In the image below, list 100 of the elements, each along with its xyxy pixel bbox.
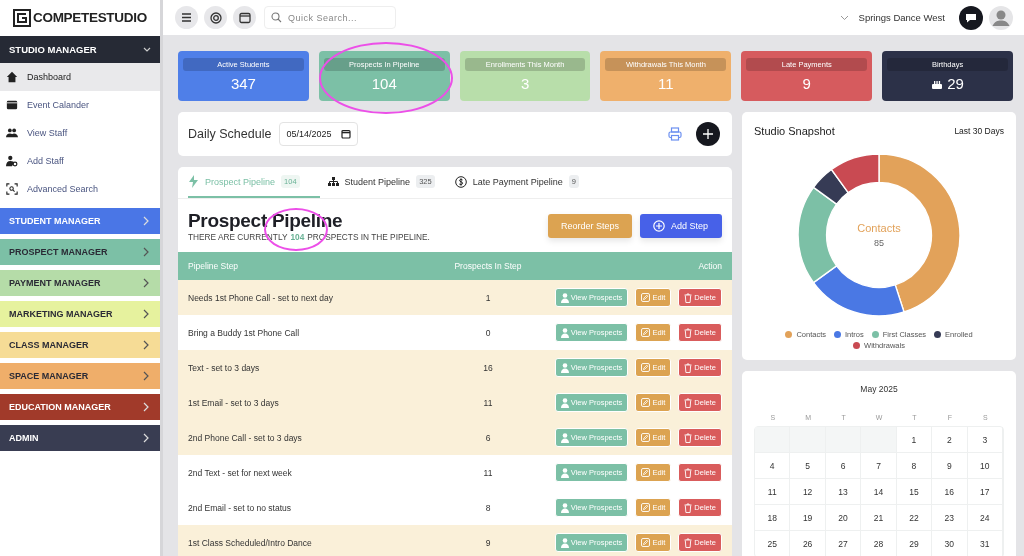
dropdown-icon[interactable] [839, 14, 849, 21]
calendar-day[interactable]: 7 [861, 453, 897, 479]
table-cell-text: Needs 1st Phone Call - set to next day [188, 292, 335, 303]
section-header[interactable]: STUDIO MANAGER [0, 36, 160, 63]
plus-circle-icon [652, 219, 665, 232]
add-button[interactable] [696, 122, 720, 146]
table-cell-text: 16 [482, 362, 494, 373]
month-title: May 2025 [860, 384, 898, 394]
sidebar-section[interactable]: ADMIN [0, 425, 160, 451]
period-label[interactable]: Last 30 Days [954, 126, 1004, 136]
calendar-day[interactable]: 20 [825, 505, 862, 531]
sidebar-section[interactable]: PROSPECT MANAGER [0, 239, 160, 265]
chevron-icon [142, 309, 150, 319]
sidebar-section[interactable]: PAYMENT MANAGER [0, 270, 160, 296]
pencil-icon [641, 328, 651, 337]
person-icon [560, 502, 569, 513]
table-cell-text: 1st Email - set to 3 days [188, 397, 280, 408]
stat-value: 104 [371, 75, 397, 92]
calendar-day[interactable]: 28 [861, 531, 897, 556]
calendar-day[interactable]: 3 [967, 427, 1003, 453]
table-cell-text: 11 [482, 467, 494, 478]
add-step-button[interactable]: Add Step [639, 213, 722, 238]
calendar-day[interactable]: 5 [790, 453, 826, 479]
calendar-day[interactable]: 21 [861, 505, 897, 531]
person-icon [560, 397, 569, 408]
house-icon [6, 71, 18, 83]
table-cell-text: Text - set to 3 days [188, 362, 261, 373]
calendar-day[interactable]: 15 [896, 479, 933, 505]
search-icon [271, 12, 282, 23]
avatar-icon[interactable] [989, 5, 1013, 30]
calendar-day[interactable]: 4 [755, 453, 791, 479]
calendar-day[interactable]: 23 [932, 505, 968, 531]
calendar-day[interactable]: 31 [967, 531, 1003, 556]
stat-value: 29 [947, 75, 964, 92]
calendar-day[interactable]: 22 [896, 505, 933, 531]
table-cell-text: 9 [484, 537, 492, 548]
sidebar-section[interactable]: CLASS MANAGER [0, 332, 160, 358]
sidebar-section[interactable]: EDUCATION MANAGER [0, 394, 160, 420]
calendar-icon [341, 129, 352, 139]
calendar-day[interactable]: 11 [755, 479, 791, 505]
calendar-day[interactable]: 8 [896, 453, 933, 479]
trash-icon [684, 362, 693, 373]
calendar-day[interactable]: 30 [932, 531, 968, 556]
calendar-day[interactable]: 24 [967, 505, 1003, 531]
search-field[interactable]: Quick Search... [264, 6, 396, 29]
sidebar-section[interactable]: SPACE MANAGER [0, 363, 160, 389]
calendar-day[interactable]: 16 [932, 479, 968, 505]
calendar-day[interactable]: 25 [755, 531, 791, 556]
studio-name[interactable]: Springs Dance West [858, 12, 945, 23]
sidebar-item[interactable]: Advanced Search [0, 175, 160, 203]
chevron-icon [142, 433, 150, 443]
sidebar-section[interactable]: STUDENT MANAGER [0, 208, 160, 234]
people-icon [6, 127, 18, 139]
chevron-icon [142, 371, 150, 381]
calendar-day[interactable]: 19 [790, 505, 826, 531]
sidebar-section[interactable]: MARKETING MANAGER [0, 301, 160, 327]
calendar-day[interactable]: 6 [825, 453, 862, 479]
prospect-count: 104 [290, 231, 305, 242]
sidebar-item[interactable]: View Staff [0, 119, 160, 147]
sidebar-item[interactable]: Dashboard [0, 63, 160, 91]
pencil-icon [641, 538, 651, 547]
menu-button[interactable] [175, 6, 198, 29]
schedule-title: Daily Schedule [188, 127, 272, 141]
person-icon [560, 537, 569, 548]
pencil-icon [641, 398, 651, 407]
sidebar-item[interactable]: Add Staff [0, 147, 160, 175]
print-icon[interactable] [668, 127, 682, 141]
date-field[interactable]: 05/14/2025 [279, 122, 359, 146]
calendar-day[interactable]: 18 [755, 505, 791, 531]
stat-value: 347 [230, 75, 256, 92]
calendar-day[interactable]: 17 [967, 479, 1003, 505]
calendar-day[interactable]: 26 [790, 531, 826, 556]
calendar-day[interactable]: 2 [932, 427, 968, 453]
pencil-icon [641, 433, 651, 442]
stat-value: 9 [802, 75, 811, 92]
calendar-day[interactable]: 13 [825, 479, 862, 505]
chat-button[interactable] [959, 5, 983, 30]
table-cell-text: 11 [482, 397, 494, 408]
trash-icon [684, 502, 693, 513]
target-button[interactable] [204, 6, 227, 29]
trash-icon [684, 467, 693, 478]
card-title: Studio Snapshot [754, 125, 835, 137]
person-icon [560, 292, 569, 303]
bolt-icon [188, 175, 199, 188]
chevron-icon [142, 278, 150, 288]
calendar-button[interactable] [233, 6, 256, 29]
calendar-day[interactable]: 27 [825, 531, 862, 556]
pencil-icon [641, 293, 651, 302]
calendar-day[interactable]: 12 [790, 479, 826, 505]
calendar-day[interactable]: 29 [896, 531, 933, 556]
table-cell-text: 0 [484, 327, 492, 338]
trash-icon [684, 327, 693, 338]
center-label: Contacts [857, 222, 901, 234]
stat-value: 11 [658, 75, 674, 92]
calendar-day[interactable]: 10 [967, 453, 1003, 479]
sidebar-item[interactable]: Event Calander [0, 91, 160, 119]
table-cell-text: 6 [484, 432, 492, 443]
calendar-day[interactable]: 14 [861, 479, 897, 505]
calendar-day[interactable]: 9 [932, 453, 968, 479]
calendar-day[interactable]: 1 [896, 427, 933, 453]
